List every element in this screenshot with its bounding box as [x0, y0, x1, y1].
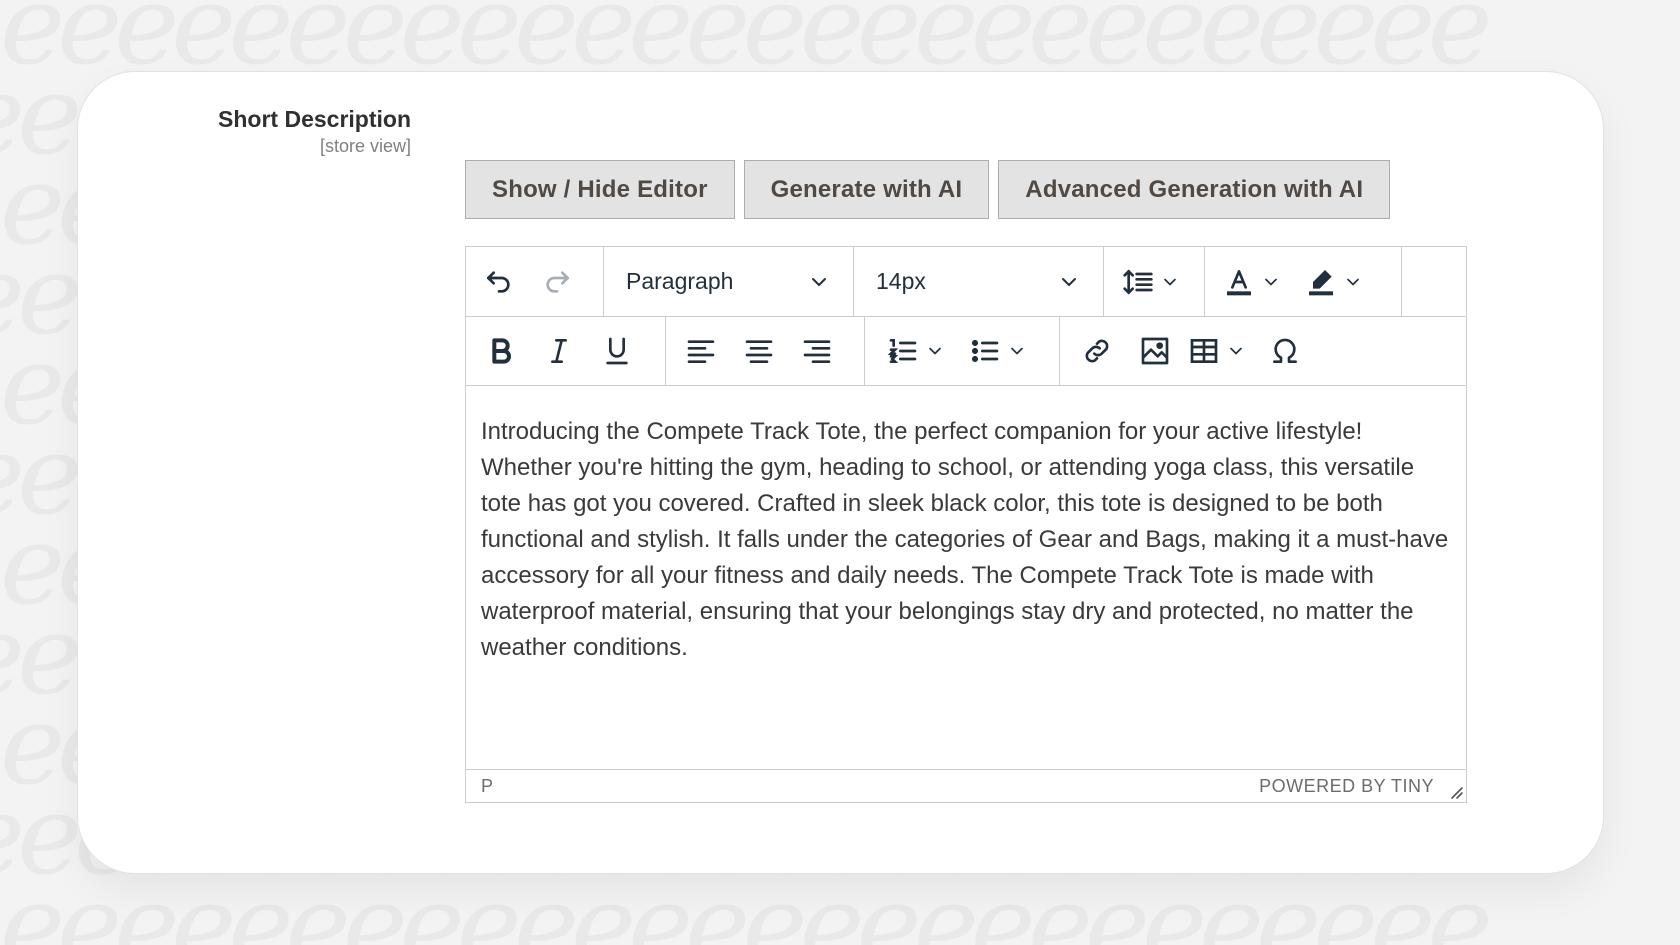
undo-icon [487, 270, 510, 293]
special-character-button[interactable] [1256, 325, 1314, 377]
powered-by-tiny-link[interactable]: POWERED BY TINY [1259, 776, 1434, 797]
italic-icon [551, 339, 567, 363]
field-title: Short Description [218, 106, 411, 132]
link-icon [1085, 339, 1109, 363]
toolbar-row-2 [466, 317, 1466, 386]
font-size-group: 14px [854, 247, 1104, 316]
insert-group [1060, 317, 1322, 385]
resize-handle-icon[interactable] [1446, 782, 1464, 800]
table-icon [1190, 339, 1218, 363]
bold-icon [492, 338, 511, 364]
bold-button[interactable] [472, 325, 530, 377]
editor-statusbar: P POWERED BY TINY [466, 769, 1466, 802]
history-group [466, 247, 604, 316]
chevron-down-icon [812, 277, 826, 286]
image-icon [1141, 337, 1169, 365]
highlight-color-button[interactable] [1293, 256, 1375, 308]
generate-with-ai-button[interactable]: Generate with AI [743, 160, 990, 219]
chevron-down-icon [1265, 278, 1277, 285]
align-center-icon [745, 340, 773, 363]
italic-button[interactable] [530, 325, 588, 377]
rich-text-editor: Paragraph 14px Introducing the Compete T… [465, 246, 1467, 803]
content-paragraph: Introducing the Compete Track Tote, the … [481, 418, 1449, 661]
show-hide-editor-button[interactable]: Show / Hide Editor [465, 160, 735, 219]
chevron-down-icon [1347, 278, 1359, 285]
bullet-list-icon [971, 339, 999, 363]
image-button[interactable] [1126, 325, 1184, 377]
ai-button-bar: Show / Hide Editor Generate with AI Adva… [465, 160, 1391, 219]
numbered-list-button[interactable] [873, 325, 955, 377]
block-format-value: Paragraph [626, 268, 734, 294]
element-path[interactable]: P [481, 776, 493, 797]
editor-content-area[interactable]: Introducing the Compete Track Tote, the … [466, 386, 1466, 769]
chevron-down-icon [1011, 347, 1023, 355]
line-height-group [1104, 247, 1205, 316]
chevron-down-icon [929, 347, 941, 355]
font-size-value: 14px [876, 268, 926, 294]
align-center-button[interactable] [730, 325, 788, 377]
align-right-icon [803, 340, 831, 363]
field-label: Short Description [store view] [140, 105, 411, 157]
text-color-button[interactable] [1211, 256, 1293, 308]
align-left-button[interactable] [672, 325, 730, 377]
color-group [1205, 247, 1402, 316]
special-character-icon [1273, 338, 1297, 363]
alignment-group [666, 317, 865, 385]
chevron-down-icon [1062, 277, 1076, 286]
link-button[interactable] [1068, 325, 1126, 377]
text-color-icon [1227, 269, 1251, 295]
toolbar-row-1: Paragraph 14px [466, 247, 1466, 317]
chevron-down-icon [1230, 347, 1242, 355]
undo-button[interactable] [470, 256, 528, 308]
line-height-icon [1123, 268, 1153, 295]
block-format-select[interactable]: Paragraph [616, 256, 841, 308]
text-style-group [466, 317, 666, 385]
table-button[interactable] [1184, 325, 1256, 377]
numbered-list-icon [887, 339, 917, 363]
font-size-select[interactable]: 14px [866, 256, 1091, 308]
bullet-list-button[interactable] [955, 325, 1037, 377]
underline-icon [606, 337, 628, 365]
redo-icon [546, 270, 569, 293]
highlight-color-icon [1309, 269, 1333, 295]
underline-button[interactable] [588, 325, 646, 377]
line-height-button[interactable] [1112, 256, 1194, 308]
align-left-icon [687, 340, 715, 363]
align-right-button[interactable] [788, 325, 846, 377]
redo-button[interactable] [528, 256, 586, 308]
field-scope: [store view] [319, 136, 411, 156]
chevron-down-icon [1164, 278, 1176, 285]
advanced-generation-button[interactable]: Advanced Generation with AI [998, 160, 1391, 219]
block-format-group: Paragraph [604, 247, 854, 316]
list-group [865, 317, 1060, 385]
